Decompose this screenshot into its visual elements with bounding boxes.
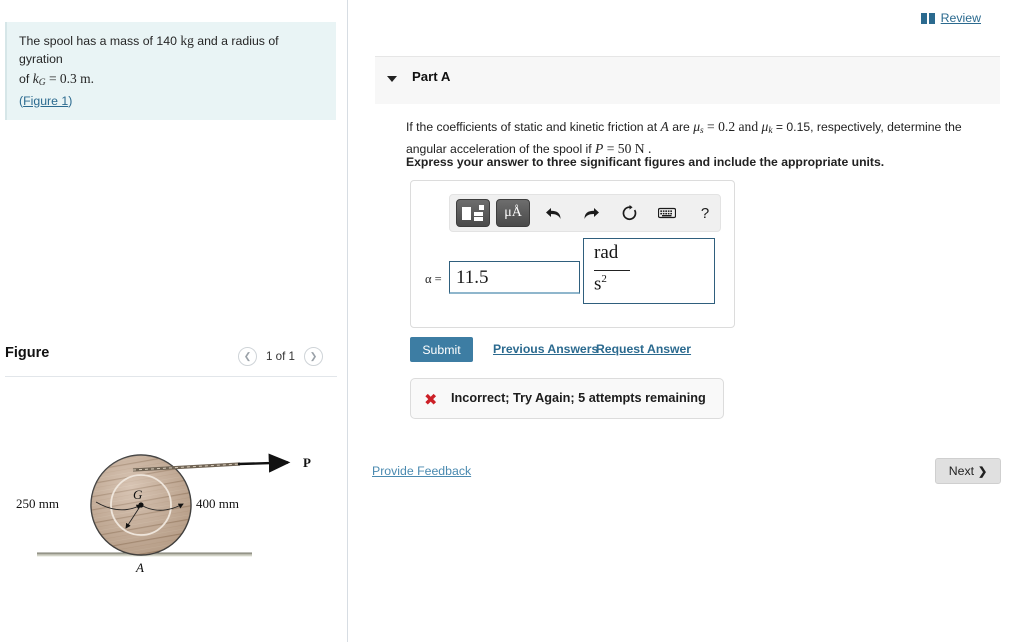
answer-input[interactable] xyxy=(449,261,580,294)
problem-statement: The spool has a mass of 140 kg and a rad… xyxy=(5,22,336,121)
figure-header: Figure ❮ 1 of 1 ❯ xyxy=(5,342,336,378)
answer-instruction: Express your answer to three significant… xyxy=(406,155,885,169)
question-seg2: are xyxy=(668,120,694,134)
greek-units-icon[interactable]: μÅ xyxy=(496,199,530,227)
radius-gyration-value: = 0.3 m. xyxy=(45,70,95,86)
mu-s-symbol: μ xyxy=(693,119,701,134)
undo-arrow-icon[interactable] xyxy=(538,199,568,227)
review-label: Review xyxy=(940,11,981,25)
math-toolbar: μÅ ? xyxy=(449,194,721,232)
review-link[interactable]: Review xyxy=(920,11,981,25)
redo-arrow-icon[interactable] xyxy=(576,199,606,227)
answer-entry-widget: μÅ ? α = 11.5 rad s2 xyxy=(410,180,735,328)
previous-answers-link[interactable]: Previous Answers xyxy=(493,342,598,356)
chevron-left-icon: ❮ xyxy=(243,351,252,361)
chevron-right-icon: ❯ xyxy=(978,465,988,478)
problem-line1-pre: The spool has a mass of 140 xyxy=(19,34,181,48)
help-question-icon[interactable]: ? xyxy=(690,199,720,227)
next-label: Next xyxy=(948,464,975,478)
figure-next-button[interactable]: ❯ xyxy=(304,347,323,366)
radius-gyration-subscript: G xyxy=(38,77,46,88)
submit-button[interactable]: Submit xyxy=(410,337,473,362)
paren-close: ) xyxy=(68,93,73,108)
x-mark-icon: ✖ xyxy=(424,390,438,409)
answer-unit-box[interactable]: rad s2 xyxy=(583,238,715,304)
unit-denominator-exponent: 2 xyxy=(601,273,607,285)
book-icon xyxy=(920,12,935,24)
figure-1-link[interactable]: Figure 1 xyxy=(23,94,68,108)
request-answer-link[interactable]: Request Answer xyxy=(596,342,691,356)
next-button[interactable]: Next ❯ xyxy=(935,458,1001,484)
question-seg3: = 0.2 and xyxy=(703,119,762,134)
variable-A: A xyxy=(660,119,669,134)
feedback-message: Incorrect; Try Again; 5 attempts remaini… xyxy=(451,391,706,405)
problem-unit-kg: kg xyxy=(180,33,194,48)
answer-variable-label: α = xyxy=(425,272,442,286)
problem-line2-pre: of xyxy=(19,71,33,86)
help-label: ? xyxy=(700,204,710,222)
provide-feedback-link[interactable]: Provide Feedback xyxy=(372,464,471,478)
figure-page-label: 1 of 1 xyxy=(265,350,295,363)
figure-title: Figure xyxy=(5,345,50,361)
part-a-title: Part A xyxy=(412,69,451,84)
main-content: Review Part A If the coefficients of sta… xyxy=(348,0,1024,642)
spool-figure[interactable]: P G 250 mm 400 mm A xyxy=(0,420,347,605)
force-P-label: P xyxy=(303,455,311,470)
question-text: If the coefficients of static and kineti… xyxy=(406,116,996,160)
contact-point-A-label: A xyxy=(135,560,144,575)
figure-pager: ❮ 1 of 1 ❯ xyxy=(237,347,323,366)
page-root: The spool has a mass of 140 kg and a rad… xyxy=(0,0,1024,642)
center-G-label: G xyxy=(133,487,143,502)
unit-fraction-bar xyxy=(594,270,630,271)
figure-divider xyxy=(5,376,337,377)
unit-numerator: rad xyxy=(594,242,619,263)
dimension-400mm-label: 400 mm xyxy=(196,496,239,511)
caret-down-icon[interactable] xyxy=(387,76,397,82)
force-P-arrow xyxy=(237,453,291,473)
reset-circular-arrow-icon[interactable] xyxy=(614,199,644,227)
chevron-right-icon: ❯ xyxy=(309,351,318,361)
figure-prev-button[interactable]: ❮ xyxy=(237,347,257,366)
keyboard-icon[interactable] xyxy=(652,199,682,227)
question-seg1: If the coefficients of static and kineti… xyxy=(406,120,661,134)
dimension-250mm-label: 250 mm xyxy=(16,496,59,511)
left-sidebar: The spool has a mass of 140 kg and a rad… xyxy=(0,0,347,642)
center-of-mass-point xyxy=(138,502,144,508)
unit-denominator: s2 xyxy=(594,273,607,295)
figure-link-row: (Figure 1) xyxy=(19,93,324,111)
feedback-banner: ✖ Incorrect; Try Again; 5 attempts remai… xyxy=(410,378,724,419)
part-a-header[interactable]: Part A xyxy=(375,56,1000,104)
math-template-icon[interactable] xyxy=(456,199,490,227)
greek-units-label: μÅ xyxy=(504,205,522,220)
